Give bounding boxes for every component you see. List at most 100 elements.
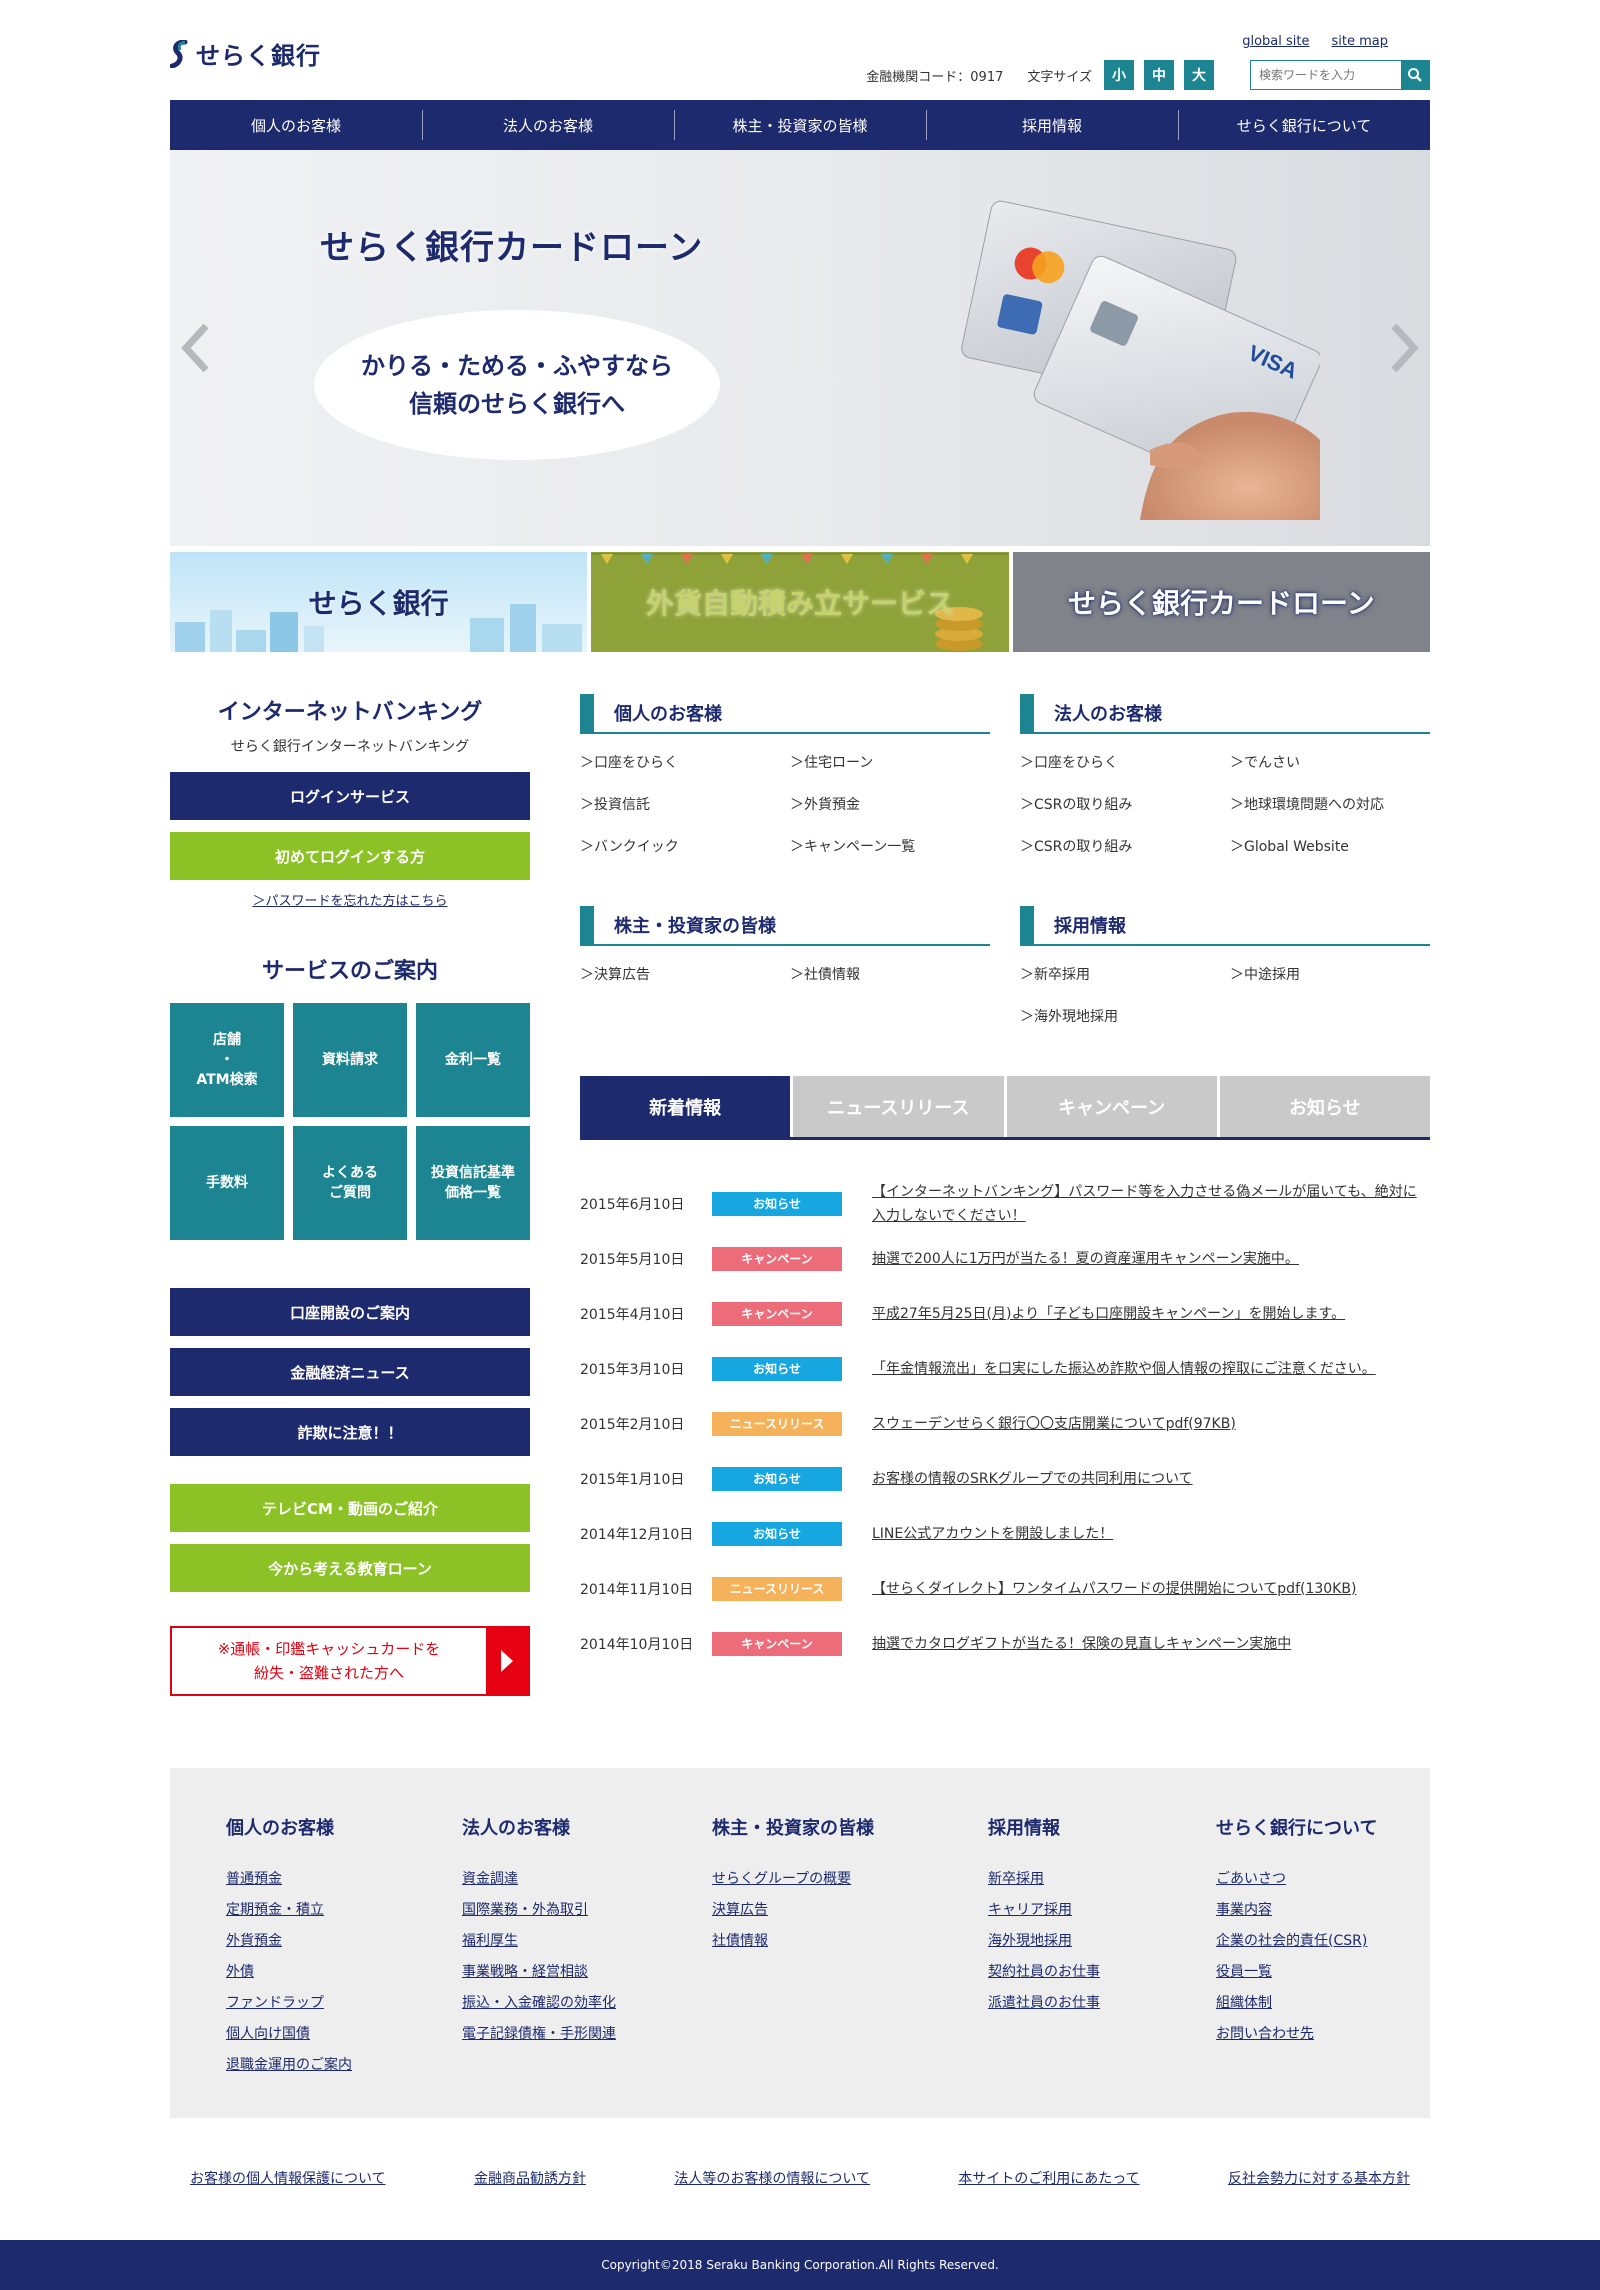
- footer-link[interactable]: 事業内容: [1216, 1899, 1416, 1919]
- slider-next-icon[interactable]: [1384, 318, 1424, 378]
- fraud-alert-button[interactable]: 詐欺に注意！！: [170, 1408, 530, 1456]
- tab-campaign[interactable]: キャンペーン: [1006, 1076, 1217, 1137]
- link-global-website[interactable]: Global Website: [1230, 836, 1430, 856]
- banner-cardloan[interactable]: せらく銀行カードローン: [1012, 552, 1430, 652]
- tile-request-docs[interactable]: 資料請求: [293, 1003, 407, 1117]
- link-csr-1[interactable]: CSRの取り組み: [1020, 794, 1230, 814]
- first-login-button[interactable]: 初めてログインする方: [170, 832, 530, 880]
- link-investment-trust[interactable]: 投資信託: [580, 794, 790, 814]
- economic-news-button[interactable]: 金融経済ニュース: [170, 1348, 530, 1396]
- link-environment[interactable]: 地球環境問題への対応: [1230, 794, 1430, 814]
- site-map-link[interactable]: site map: [1332, 34, 1389, 49]
- link-financial-ads[interactable]: 決算広告: [580, 964, 790, 984]
- font-medium-button[interactable]: 中: [1144, 60, 1174, 90]
- news-badge: ニュースリリース: [712, 1411, 842, 1436]
- tv-cm-button[interactable]: テレビCM・動画のご紹介: [170, 1484, 530, 1532]
- nav-corporate[interactable]: 法人のお客様: [422, 100, 674, 150]
- tile-rates[interactable]: 金利一覧: [416, 1003, 530, 1117]
- footer-link[interactable]: 外債: [226, 1961, 462, 1981]
- footer-link[interactable]: 国際業務・外為取引: [462, 1899, 712, 1919]
- footer-link[interactable]: ごあいさつ: [1216, 1868, 1416, 1888]
- nav-about[interactable]: せらく銀行について: [1178, 100, 1430, 150]
- footer-link[interactable]: 企業の社会的責任(CSR): [1216, 1930, 1416, 1950]
- link-new-grad[interactable]: 新卒採用: [1020, 964, 1230, 984]
- footer-link[interactable]: 新卒採用: [988, 1868, 1216, 1888]
- slider-prev-icon[interactable]: [176, 318, 216, 378]
- footer-link[interactable]: 役員一覧: [1216, 1961, 1416, 1981]
- global-site-link[interactable]: global site: [1242, 34, 1309, 49]
- font-large-button[interactable]: 大: [1184, 60, 1214, 90]
- footer-link[interactable]: 退職金運用のご案内: [226, 2054, 462, 2074]
- link-housing-loan[interactable]: 住宅ローン: [790, 752, 990, 772]
- terms-link[interactable]: 本サイトのご利用にあたって: [958, 2168, 1139, 2188]
- nav-personal[interactable]: 個人のお客様: [170, 100, 422, 150]
- news-link[interactable]: 抽選で200人に1万円が当たる！夏の資産運用キャンペーン実施中。: [872, 1247, 1430, 1271]
- search-button[interactable]: [1401, 61, 1429, 89]
- privacy-link[interactable]: お客様の個人情報保護について: [190, 2168, 386, 2188]
- link-bond-info[interactable]: 社債情報: [790, 964, 990, 984]
- tile-fund-prices[interactable]: 投資信託基準 価格一覧: [416, 1126, 530, 1240]
- antisocial-policy-link[interactable]: 反社会勢力に対する基本方針: [1228, 2168, 1410, 2188]
- footer-link[interactable]: 契約社員のお仕事: [988, 1961, 1216, 1981]
- link-foreign-deposit[interactable]: 外貨預金: [790, 794, 990, 814]
- footer-link[interactable]: お問い合わせ先: [1216, 2023, 1416, 2043]
- forgot-password-link[interactable]: ＞パスワードを忘れた方はこちら: [170, 890, 530, 909]
- logo[interactable]: せらく銀行: [170, 36, 321, 71]
- tile-store-atm[interactable]: 店舗 ・ ATM検索: [170, 1003, 284, 1117]
- tab-news-release[interactable]: ニュースリリース: [793, 1076, 1004, 1137]
- footer-link[interactable]: 海外現地採用: [988, 1930, 1216, 1950]
- footer-link[interactable]: ファンドラップ: [226, 1992, 462, 2012]
- news-link[interactable]: お客様の情報のSRKグループでの共同利用について: [872, 1467, 1430, 1491]
- tab-notice[interactable]: お知らせ: [1219, 1076, 1430, 1137]
- footer-link[interactable]: 電子記録債権・手形関連: [462, 2023, 712, 2043]
- login-button[interactable]: ログインサービス: [170, 772, 530, 820]
- footer-link[interactable]: 資金調達: [462, 1868, 712, 1888]
- footer-link[interactable]: キャリア採用: [988, 1899, 1216, 1919]
- link-csr-2[interactable]: CSRの取り組み: [1020, 836, 1230, 856]
- link-overseas[interactable]: 海外現地採用: [1020, 1006, 1230, 1026]
- news-badge: キャンペーン: [712, 1246, 842, 1271]
- news-link[interactable]: 「年金情報流出」を口実にした振込め詐欺や個人情報の搾取にご注意ください。: [872, 1357, 1430, 1381]
- footer-link[interactable]: 社債情報: [712, 1930, 988, 1950]
- footer-link[interactable]: 決算広告: [712, 1899, 988, 1919]
- banner-forex[interactable]: 外貨自動積み立サービス: [591, 552, 1009, 652]
- news-link[interactable]: LINE公式アカウントを開設しました！: [872, 1522, 1430, 1546]
- education-loan-button[interactable]: 今から考える教育ローン: [170, 1544, 530, 1592]
- link-bankquick[interactable]: バンクイック: [580, 836, 790, 856]
- footer-link[interactable]: 事業戦略・経営相談: [462, 1961, 712, 1981]
- corporate-info-link[interactable]: 法人等のお客様の情報について: [674, 2168, 870, 2188]
- link-campaign-list[interactable]: キャンペーン一覧: [790, 836, 990, 856]
- nav-recruit[interactable]: 採用情報: [926, 100, 1178, 150]
- news-link[interactable]: 【せらくダイレクト】ワンタイムパスワードの提供開始についてpdf(130KB): [872, 1577, 1430, 1601]
- footer-link[interactable]: 普通預金: [226, 1868, 462, 1888]
- footer-link[interactable]: 派遣社員のお仕事: [988, 1992, 1216, 2012]
- link-corp-account[interactable]: 口座をひらく: [1020, 752, 1230, 772]
- footer-link[interactable]: せらくグループの概要: [712, 1868, 988, 1888]
- footer-link[interactable]: 福利厚生: [462, 1930, 712, 1950]
- banner-bank[interactable]: せらく銀行: [170, 552, 588, 652]
- link-mid-career[interactable]: 中途採用: [1230, 964, 1430, 984]
- footer-link[interactable]: 個人向け国債: [226, 2023, 462, 2043]
- link-personal-account[interactable]: 口座をひらく: [580, 752, 790, 772]
- font-small-button[interactable]: 小: [1104, 60, 1134, 90]
- solicitation-policy-link[interactable]: 金融商品勧誘方針: [474, 2168, 586, 2188]
- footer-link[interactable]: 組織体制: [1216, 1992, 1416, 2012]
- news-badge: お知らせ: [712, 1466, 842, 1491]
- footer-link[interactable]: 定期預金・積立: [226, 1899, 462, 1919]
- news-link[interactable]: 抽選でカタログギフトが当たる！保険の見直しキャンペーン実施中: [872, 1632, 1430, 1656]
- account-open-button[interactable]: 口座開設のご案内: [170, 1288, 530, 1336]
- nav-investors[interactable]: 株主・投資家の皆様: [674, 100, 926, 150]
- link-densai[interactable]: でんさい: [1230, 752, 1430, 772]
- tab-latest[interactable]: 新着情報: [580, 1076, 791, 1137]
- footer-link[interactable]: 振込・入金確認の効率化: [462, 1992, 712, 2012]
- tile-faq[interactable]: よくある ご質問: [293, 1126, 407, 1240]
- tile-fees[interactable]: 手数料: [170, 1126, 284, 1240]
- footer-link[interactable]: 外貨預金: [226, 1930, 462, 1950]
- news-link[interactable]: 【インターネットバンキング】パスワード等を入力させる偽メールが届いても、絶対に入…: [872, 1180, 1430, 1228]
- footer-col-about: せらく銀行について ごあいさつ 事業内容 企業の社会的責任(CSR) 役員一覧 …: [1216, 1814, 1416, 2118]
- news-link[interactable]: 平成27年5月25日(月)より「子ども口座開設キャンペーン」を開始します。: [872, 1302, 1430, 1326]
- news-link[interactable]: スウェーデンせらく銀行〇〇支店開業についてpdf(97KB): [872, 1412, 1430, 1436]
- section-personal-title: 個人のお客様: [580, 694, 990, 734]
- lost-card-alert[interactable]: ※通帳・印鑑キャッシュカードを 紛失・盗難された方へ: [170, 1626, 530, 1696]
- search-input[interactable]: [1251, 61, 1401, 89]
